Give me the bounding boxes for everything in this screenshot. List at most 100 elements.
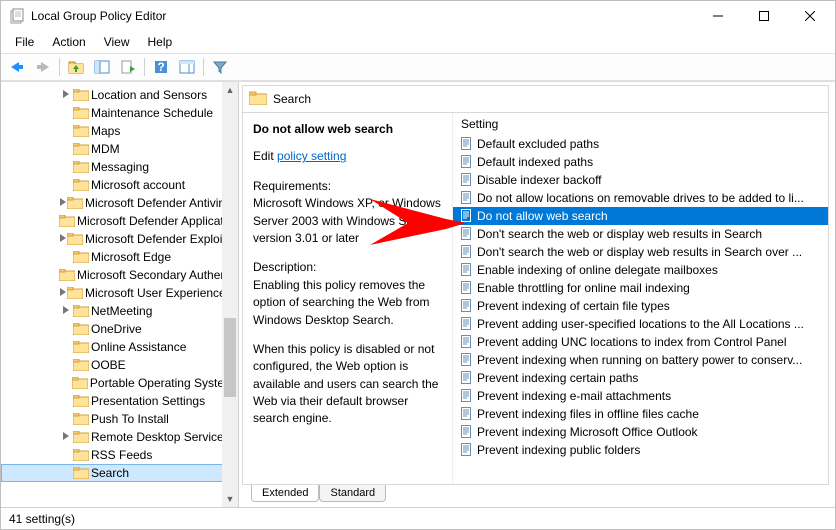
tree-item[interactable]: Microsoft Defender Antivirus — [1, 194, 238, 212]
settings-list[interactable]: Default excluded paths Default indexed pa… — [453, 135, 828, 484]
maximize-button[interactable] — [741, 2, 787, 30]
main-body: Location and SensorsMaintenance Schedule… — [1, 81, 835, 507]
tree-item[interactable]: Push To Install — [1, 410, 238, 428]
policy-icon — [459, 335, 473, 349]
tree-item[interactable]: Location and Sensors — [1, 86, 238, 104]
nav-tree[interactable]: Location and SensorsMaintenance Schedule… — [1, 82, 239, 507]
tree-item[interactable]: Maintenance Schedule — [1, 104, 238, 122]
forward-button[interactable] — [31, 56, 55, 78]
policy-icon — [459, 317, 473, 331]
folder-icon — [73, 160, 89, 174]
setting-row[interactable]: Prevent indexing public folders — [453, 441, 828, 459]
minimize-button[interactable] — [695, 2, 741, 30]
setting-label: Enable indexing of online delegate mailb… — [477, 263, 718, 277]
setting-row[interactable]: Don't search the web or display web resu… — [453, 225, 828, 243]
tab-extended[interactable]: Extended — [251, 485, 319, 502]
tree-item-label: NetMeeting — [91, 304, 152, 318]
setting-row[interactable]: Prevent indexing of certain file types — [453, 297, 828, 315]
policy-icon — [459, 191, 473, 205]
tree-item[interactable]: Remote Desktop Services — [1, 428, 238, 446]
settings-list-pane: Setting Default excluded paths Default in… — [453, 113, 828, 484]
tree-item[interactable]: Microsoft Secondary Authentication Facto… — [1, 266, 238, 284]
description-text-1: Enabling this policy removes the option … — [253, 278, 430, 327]
setting-row[interactable]: Enable indexing of online delegate mailb… — [453, 261, 828, 279]
menu-action[interactable]: Action — [44, 33, 93, 51]
svg-text:?: ? — [157, 60, 164, 74]
tree-item[interactable]: NetMeeting — [1, 302, 238, 320]
expand-icon[interactable] — [59, 288, 67, 299]
expand-icon[interactable] — [59, 432, 73, 443]
setting-row[interactable]: Prevent indexing e-mail attachments — [453, 387, 828, 405]
menu-file[interactable]: File — [7, 33, 42, 51]
expand-icon[interactable] — [59, 90, 73, 101]
up-button[interactable] — [64, 56, 88, 78]
tree-item-label: Microsoft User Experience Virtualization — [85, 286, 238, 300]
setting-row[interactable]: Don't search the web or display web resu… — [453, 243, 828, 261]
scroll-down-icon[interactable]: ▼ — [222, 491, 238, 507]
setting-label: Prevent indexing Microsoft Office Outloo… — [477, 425, 698, 439]
setting-row[interactable]: Prevent adding user-specified locations … — [453, 315, 828, 333]
folder-icon — [73, 430, 89, 444]
help-button[interactable]: ? — [149, 56, 173, 78]
setting-row[interactable]: Default excluded paths — [453, 135, 828, 153]
tree-item[interactable]: Online Assistance — [1, 338, 238, 356]
tree-item[interactable]: Portable Operating System — [1, 374, 238, 392]
properties-button[interactable] — [175, 56, 199, 78]
statusbar: 41 setting(s) — [1, 507, 835, 529]
tree-item[interactable]: Microsoft account — [1, 176, 238, 194]
setting-row[interactable]: Prevent indexing Microsoft Office Outloo… — [453, 423, 828, 441]
setting-row[interactable]: Prevent indexing files in offline files … — [453, 405, 828, 423]
setting-label: Prevent indexing e-mail attachments — [477, 389, 671, 403]
setting-row[interactable]: Prevent indexing when running on battery… — [453, 351, 828, 369]
setting-row[interactable]: Enable throttling for online mail indexi… — [453, 279, 828, 297]
scroll-thumb[interactable] — [224, 318, 236, 397]
folder-icon — [73, 106, 89, 120]
setting-row[interactable]: Default indexed paths — [453, 153, 828, 171]
folder-icon — [73, 304, 89, 318]
show-hide-tree-button[interactable] — [90, 56, 114, 78]
tree-item[interactable]: Microsoft Defender Exploit Guard — [1, 230, 238, 248]
policy-icon — [459, 389, 473, 403]
status-text: 41 setting(s) — [9, 512, 75, 526]
tree-item[interactable]: OOBE — [1, 356, 238, 374]
policy-icon — [459, 299, 473, 313]
tree-item[interactable]: MDM — [1, 140, 238, 158]
tree-item[interactable]: RSS Feeds — [1, 446, 238, 464]
setting-label: Default indexed paths — [477, 155, 593, 169]
toolbar-separator — [59, 58, 60, 76]
tree-item[interactable]: Presentation Settings — [1, 392, 238, 410]
close-button[interactable] — [787, 2, 833, 30]
folder-icon — [73, 358, 89, 372]
setting-row[interactable]: Do not allow web search — [453, 207, 828, 225]
menu-view[interactable]: View — [96, 33, 138, 51]
expand-icon[interactable] — [59, 234, 67, 245]
tree-item[interactable]: Microsoft User Experience Virtualization — [1, 284, 238, 302]
back-button[interactable] — [5, 56, 29, 78]
tree-scrollbar[interactable]: ▲ ▼ — [222, 82, 238, 507]
setting-row[interactable]: Do not allow locations on removable driv… — [453, 189, 828, 207]
tree-item[interactable]: Microsoft Edge — [1, 248, 238, 266]
policy-icon — [459, 281, 473, 295]
edit-label: Edit — [253, 149, 274, 163]
setting-row[interactable]: Prevent indexing certain paths — [453, 369, 828, 387]
tab-standard[interactable]: Standard — [319, 485, 386, 502]
setting-row[interactable]: Disable indexer backoff — [453, 171, 828, 189]
tree-item[interactable]: Messaging — [1, 158, 238, 176]
tree-item-label: Presentation Settings — [91, 394, 205, 408]
export-button[interactable] — [116, 56, 140, 78]
tree-item[interactable]: Microsoft Defender Application Guard — [1, 212, 238, 230]
filter-button[interactable] — [208, 56, 232, 78]
tree-item[interactable]: Maps — [1, 122, 238, 140]
setting-row[interactable]: Prevent adding UNC locations to index fr… — [453, 333, 828, 351]
folder-icon — [73, 412, 89, 426]
tree-item[interactable]: OneDrive — [1, 320, 238, 338]
scroll-up-icon[interactable]: ▲ — [222, 82, 238, 98]
settings-column-header[interactable]: Setting — [453, 113, 828, 135]
menu-help[interactable]: Help — [140, 33, 181, 51]
window-title: Local Group Policy Editor — [31, 9, 695, 23]
expand-icon[interactable] — [59, 306, 73, 317]
expand-icon[interactable] — [59, 198, 67, 209]
tree-item[interactable]: Search — [1, 464, 238, 482]
edit-policy-link[interactable]: policy setting — [277, 149, 346, 163]
folder-icon — [72, 376, 88, 390]
